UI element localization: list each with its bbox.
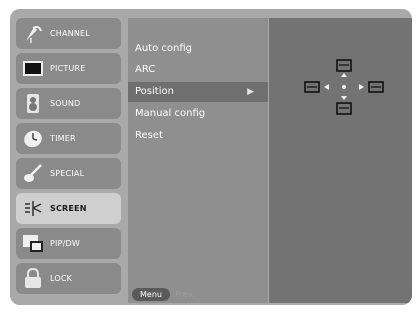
sidebar-item-label: TIMER — [50, 134, 76, 143]
submenu-item-label: Manual config — [135, 108, 206, 119]
clock-icon — [24, 130, 42, 148]
move-right-icon — [359, 81, 384, 93]
tv-osd-screen: CHANNEL PICTURE SOUND TIMER SPECIAL SCRE… — [0, 0, 417, 313]
sidebar-item-channel[interactable]: CHANNEL — [16, 18, 121, 49]
submenu-arrow-icon: ▶ — [247, 87, 254, 97]
sidebar-item-label: PIP/DW — [50, 239, 80, 248]
submenu-item-label: Position — [135, 86, 174, 97]
submenu-item-position[interactable]: Position ▶ — [128, 82, 268, 102]
submenu-item-label: Auto config — [135, 43, 192, 54]
submenu-item-label: ARC — [135, 64, 156, 75]
screen-submenu: Auto config ARC Position ▶ Manual config… — [128, 18, 268, 303]
submenu-footer: Menu Prev. — [128, 286, 268, 303]
sidebar-item-picture[interactable]: PICTURE — [16, 53, 121, 84]
sidebar-item-special[interactable]: SPECIAL — [16, 158, 121, 189]
menu-frame: CHANNEL PICTURE SOUND TIMER SPECIAL SCRE… — [10, 9, 412, 305]
padlock-icon — [25, 268, 41, 288]
screen-adjust-icon — [25, 201, 42, 216]
move-left-icon — [304, 81, 329, 93]
sidebar-item-label: SPECIAL — [50, 169, 85, 178]
menu-button[interactable]: Menu — [132, 288, 170, 301]
sidebar-item-label: LOCK — [50, 274, 73, 283]
move-up-icon — [336, 59, 352, 77]
move-down-icon — [336, 96, 352, 115]
sidebar-item-label: SOUND — [50, 99, 81, 108]
sidebar-item-screen[interactable]: SCREEN — [16, 193, 121, 224]
sidebar-item-timer[interactable]: TIMER — [16, 123, 121, 154]
sidebar-item-label: PICTURE — [50, 64, 86, 73]
submenu-item-auto-config[interactable]: Auto config — [128, 39, 268, 59]
picture-in-picture-icon — [23, 235, 43, 252]
main-menu-sidebar: CHANNEL PICTURE SOUND TIMER SPECIAL SCRE… — [16, 18, 121, 303]
speaker-icon — [27, 94, 39, 113]
sidebar-item-label: SCREEN — [50, 204, 87, 213]
submenu-item-label: Reset — [135, 130, 163, 141]
tv-screen-icon — [23, 61, 43, 76]
submenu-item-reset[interactable]: Reset — [128, 126, 268, 146]
submenu-item-manual-config[interactable]: Manual config — [128, 104, 268, 124]
sidebar-item-pip-dw[interactable]: PIP/DW — [16, 228, 121, 259]
position-adjust-diagram — [304, 59, 384, 115]
sidebar-item-label: CHANNEL — [50, 29, 90, 38]
sidebar-item-sound[interactable]: SOUND — [16, 88, 121, 119]
submenu-item-arc[interactable]: ARC — [128, 60, 268, 80]
sidebar-item-lock[interactable]: LOCK — [16, 263, 121, 294]
position-preview-panel — [269, 18, 412, 303]
prev-hint: Prev. — [175, 290, 195, 299]
center-screen-icon — [342, 85, 346, 89]
guitar-icon — [24, 164, 42, 182]
satellite-dish-icon — [26, 26, 42, 43]
